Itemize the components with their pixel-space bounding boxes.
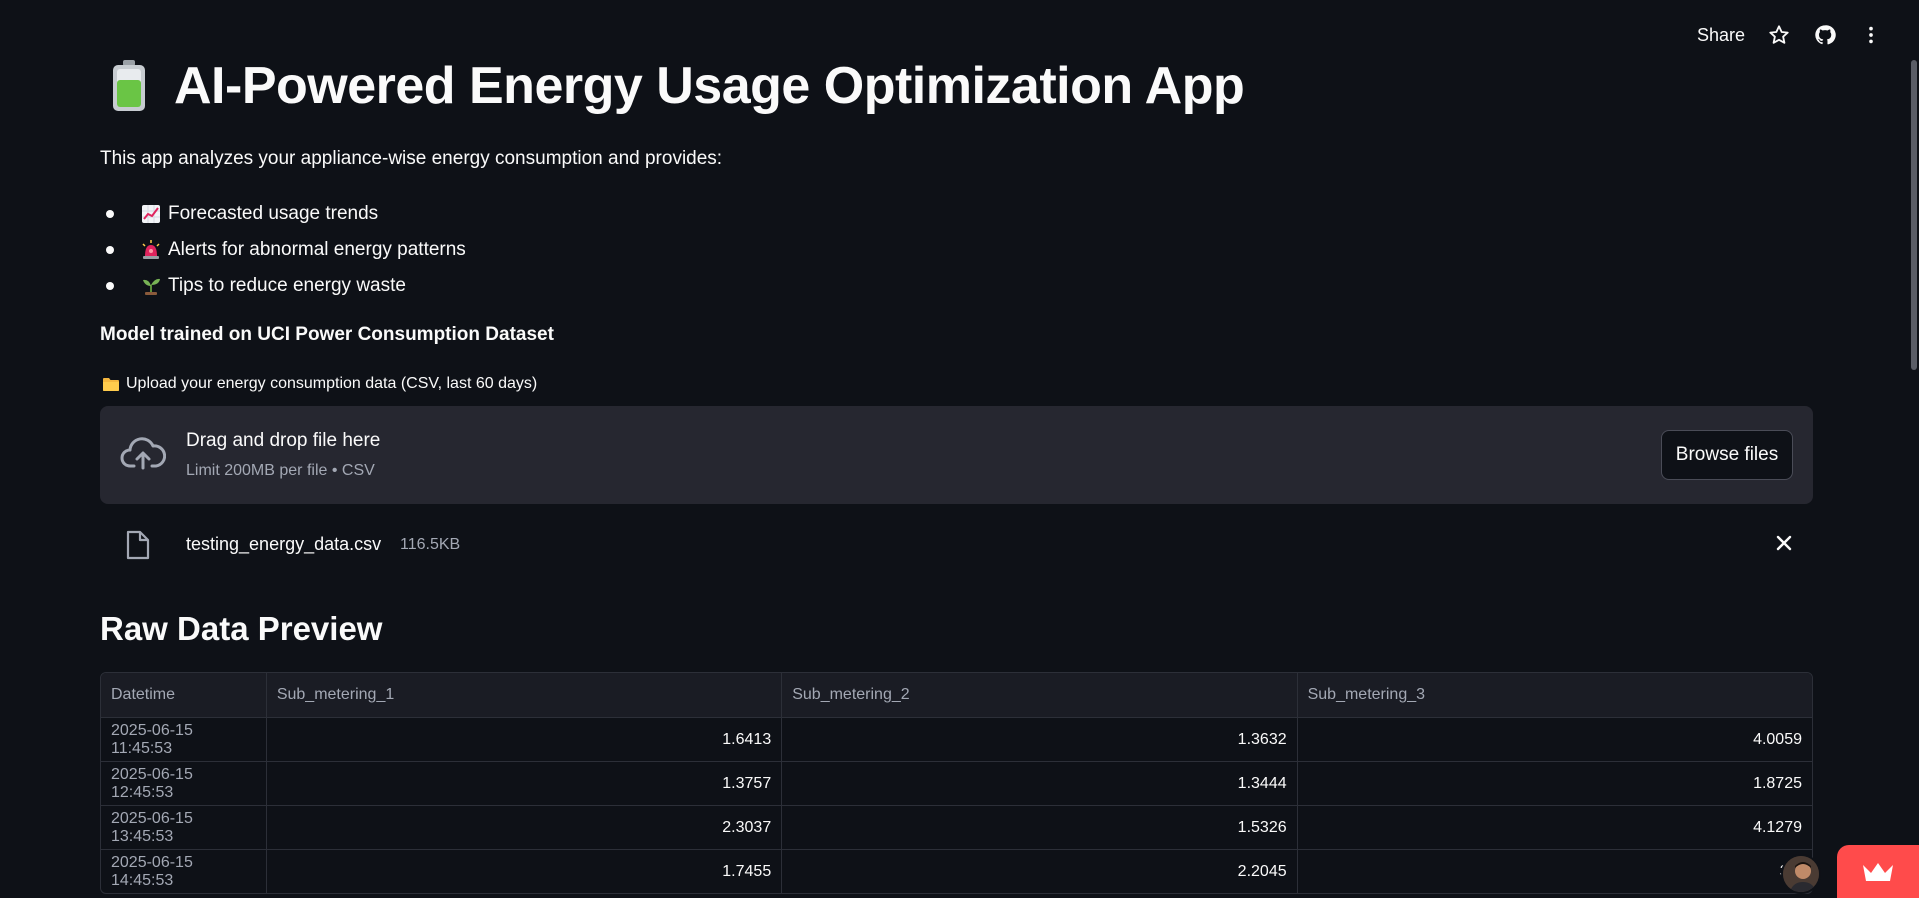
app-toolbar: Share [1697,18,1883,52]
table-cell[interactable]: 2.2045 [781,850,1296,893]
table-cell[interactable]: 1.7455 [265,850,781,893]
table-cell[interactable]: 2025-06-15 13:45:53 [101,806,266,849]
close-icon[interactable] [1775,534,1793,552]
data-preview-table[interactable]: Datetime Sub_metering_1 Sub_metering_2 S… [100,672,1813,894]
streamlit-badge[interactable] [1837,845,1919,898]
rotating-light-icon [140,239,162,261]
section-title: Raw Data Preview [100,610,383,647]
table-cell[interactable]: 3.1 [1296,850,1812,893]
star-icon[interactable] [1767,23,1791,47]
page-heading: AI-Powered Energy Usage Optimization App [174,57,1245,115]
battery-icon [113,60,145,111]
bullet-dot [106,282,114,290]
uploaded-file: testing_energy_data.csv 116.5KB [100,522,1813,568]
table-cell[interactable]: 2.3037 [265,806,781,849]
list-item: Tips to reduce energy waste [100,268,466,304]
column-header[interactable]: Sub_metering_1 [265,673,781,717]
file-icon [126,530,150,560]
chart-increasing-icon [140,203,162,225]
share-button[interactable]: Share [1697,25,1745,46]
list-item-label: Alerts for abnormal energy patterns [168,239,466,260]
table-row: 2025-06-15 12:45:53 1.3757 1.3444 1.8725 [101,761,1812,805]
table-row: 2025-06-15 11:45:53 1.6413 1.3632 4.0059 [101,717,1812,761]
folder-icon [103,378,119,391]
dropzone-subtitle: Limit 200MB per file • CSV [186,462,375,479]
bullet-dot [106,246,114,254]
feature-list: Forecasted usage trends Alerts for abnor… [100,196,466,304]
page-title: AI-Powered Energy Usage Optimization App [110,56,1245,116]
uploader-label: Upload your energy consumption data (CSV… [102,375,537,393]
list-item: Alerts for abnormal energy patterns [100,232,466,268]
intro-text: This app analyzes your appliance-wise en… [100,148,723,169]
dropzone-title: Drag and drop file here [186,430,381,451]
crown-icon [1863,862,1893,881]
table-cell[interactable]: 1.5326 [781,806,1296,849]
seedling-icon [140,275,162,297]
uploaded-file-name: testing_energy_data.csv [186,534,382,554]
bullet-dot [106,210,114,218]
column-header[interactable]: Datetime [101,673,266,717]
browse-files-button[interactable]: Browse files [1661,430,1793,480]
github-icon[interactable] [1813,23,1837,47]
table-cell[interactable]: 2025-06-15 12:45:53 [101,762,266,805]
model-note: Model trained on UCI Power Consumption D… [100,324,554,345]
table-cell[interactable]: 1.8725 [1296,762,1812,805]
table-cell[interactable]: 1.3444 [781,762,1296,805]
avatar[interactable] [1781,854,1821,894]
table-row: 2025-06-15 13:45:53 2.3037 1.5326 4.1279 [101,805,1812,849]
table-cell[interactable]: 2025-06-15 14:45:53 [101,850,266,893]
page-scrollbar[interactable] [1911,60,1917,370]
list-item-label: Forecasted usage trends [168,203,379,224]
list-item-label: Tips to reduce energy waste [168,275,406,296]
table-cell[interactable]: 1.6413 [265,718,781,761]
table-row: 2025-06-15 14:45:53 1.7455 2.2045 3.1 [101,849,1812,893]
table-cell[interactable]: 2025-06-15 11:45:53 [101,718,266,761]
more-options-icon[interactable] [1859,23,1883,47]
table-cell[interactable]: 4.0059 [1296,718,1812,761]
column-header[interactable]: Sub_metering_2 [781,673,1296,717]
cloud-upload-icon [120,437,166,470]
table-cell[interactable]: 4.1279 [1296,806,1812,849]
table-cell[interactable]: 1.3632 [781,718,1296,761]
uploaded-file-size: 116.5KB [400,536,461,553]
column-header[interactable]: Sub_metering_3 [1296,673,1812,717]
list-item: Forecasted usage trends [100,196,466,232]
file-dropzone[interactable]: Drag and drop file here Limit 200MB per … [100,406,1813,504]
table-header-row: Datetime Sub_metering_1 Sub_metering_2 S… [101,673,1812,717]
uploader-label-text: Upload your energy consumption data (CSV… [126,375,538,392]
table-cell[interactable]: 1.3757 [265,762,781,805]
